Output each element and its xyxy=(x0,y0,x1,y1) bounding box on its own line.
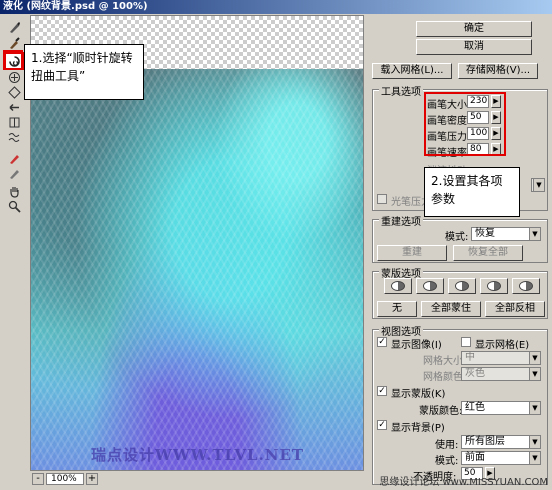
zoom-in-button[interactable]: + xyxy=(86,473,98,485)
reconstruct-icon[interactable] xyxy=(6,36,22,50)
image-watermark: 瑞点设计WWW.TLVL.NET xyxy=(91,446,305,464)
backdrop-mode-select[interactable]: 前面 ▼ xyxy=(461,451,541,465)
pucker-icon[interactable] xyxy=(6,70,22,84)
mask-add-button[interactable] xyxy=(416,278,444,294)
load-mesh-button[interactable]: 载入网格(L)... xyxy=(372,63,452,79)
backdrop-mode-value: 前面 xyxy=(465,452,485,463)
site-watermark: 思缘设计论坛 www.MISSYUAN.COM xyxy=(379,477,548,488)
mask-none-button[interactable]: 无 xyxy=(377,301,417,317)
backdrop-mode-label: 模式: xyxy=(435,456,459,467)
ok-button[interactable]: 确定 xyxy=(416,21,532,37)
push-left-icon[interactable] xyxy=(6,100,22,114)
mask-color-label: 蒙版颜色: xyxy=(419,406,463,417)
step1-callout: 1.选择“顺时针旋转扭曲工具” xyxy=(24,44,144,100)
turbulence-icon[interactable] xyxy=(6,130,22,144)
jitter-select[interactable]: ▼ xyxy=(531,178,545,192)
reconstruct-options-group: 重建选项 模式: 恢复 ▼ 重建 恢复全部 xyxy=(372,213,548,263)
show-backdrop-checkbox[interactable]: ✓ xyxy=(377,420,387,430)
mask-intersect-button[interactable] xyxy=(480,278,508,294)
mesh-color-select[interactable]: 灰色 ▼ xyxy=(461,367,541,381)
backdrop-use-select[interactable]: 所有图层 ▼ xyxy=(461,435,541,449)
hand-icon[interactable] xyxy=(6,184,22,198)
tool-highlight-box xyxy=(3,50,23,70)
show-mesh-checkbox[interactable] xyxy=(461,337,471,347)
window-title: 液化 (网纹背景.psd @ 100%) xyxy=(0,0,552,14)
show-image-checkbox[interactable]: ✓ xyxy=(377,337,387,347)
show-image-label: 显示图像(I) xyxy=(391,340,442,351)
zoom-level[interactable]: 100% xyxy=(46,473,84,485)
show-mask-checkbox[interactable]: ✓ xyxy=(377,386,387,396)
tool-options-title: 工具选项 xyxy=(379,83,423,98)
view-options-group: 视图选项 ✓ 显示图像(I) 显示网格(E) 网格大小: 中 ▼ 网格颜色: 灰色… xyxy=(372,323,548,485)
options-panel: 确定 取消 载入网格(L)... 存储网格(V)... 工具选项 画笔大小: 2… xyxy=(368,15,552,488)
bloat-icon[interactable] xyxy=(6,85,22,99)
reconstruct-button[interactable]: 重建 xyxy=(377,245,447,261)
mesh-size-select[interactable]: 中 ▼ xyxy=(461,351,541,365)
liquify-toolbox xyxy=(2,16,26,486)
mesh-color-value: 灰色 xyxy=(465,368,485,379)
freeze-mask-icon[interactable] xyxy=(6,151,22,165)
show-mesh-label: 显示网格(E) xyxy=(475,340,530,351)
thaw-mask-icon[interactable] xyxy=(6,166,22,180)
reconstruct-mode-value: 恢复 xyxy=(475,228,495,239)
reconstruct-mode-select[interactable]: 恢复 ▼ xyxy=(471,227,541,241)
mask-color-select[interactable]: 红色 ▼ xyxy=(461,401,541,415)
mask-replace-button[interactable] xyxy=(384,278,412,294)
stylus-pressure-checkbox[interactable] xyxy=(377,194,387,204)
backdrop-use-value: 所有图层 xyxy=(465,436,505,447)
show-backdrop-label: 显示背景(P) xyxy=(391,423,445,434)
zoom-out-button[interactable]: - xyxy=(32,473,44,485)
mesh-size-label: 网格大小: xyxy=(423,356,467,367)
invert-all-button[interactable]: 全部反相 xyxy=(485,301,545,317)
cancel-button[interactable]: 取消 xyxy=(416,39,532,55)
mesh-size-value: 中 xyxy=(465,352,475,363)
zoom-bar: - 100% + xyxy=(30,472,364,486)
mask-invert-button[interactable] xyxy=(512,278,540,294)
step2-callout: 2.设置其各项参数 xyxy=(424,167,520,217)
params-highlight-box xyxy=(424,92,506,156)
mesh-color-label: 网格颜色: xyxy=(423,372,467,383)
preview-image xyxy=(31,69,363,470)
reconstruct-options-title: 重建选项 xyxy=(379,213,423,228)
reconstruct-mode-label: 模式: xyxy=(445,232,469,243)
mask-color-value: 红色 xyxy=(465,402,485,413)
forward-warp-icon[interactable] xyxy=(6,20,22,34)
zoom-icon[interactable] xyxy=(6,199,22,213)
mask-subtract-button[interactable] xyxy=(448,278,476,294)
save-mesh-button[interactable]: 存储网格(V)... xyxy=(458,63,538,79)
show-mask-label: 显示蒙版(K) xyxy=(391,389,446,400)
mirror-icon[interactable] xyxy=(6,115,22,129)
backdrop-use-label: 使用: xyxy=(435,440,459,451)
restore-all-button[interactable]: 恢复全部 xyxy=(453,245,523,261)
mask-all-button[interactable]: 全部蒙住 xyxy=(421,301,481,317)
